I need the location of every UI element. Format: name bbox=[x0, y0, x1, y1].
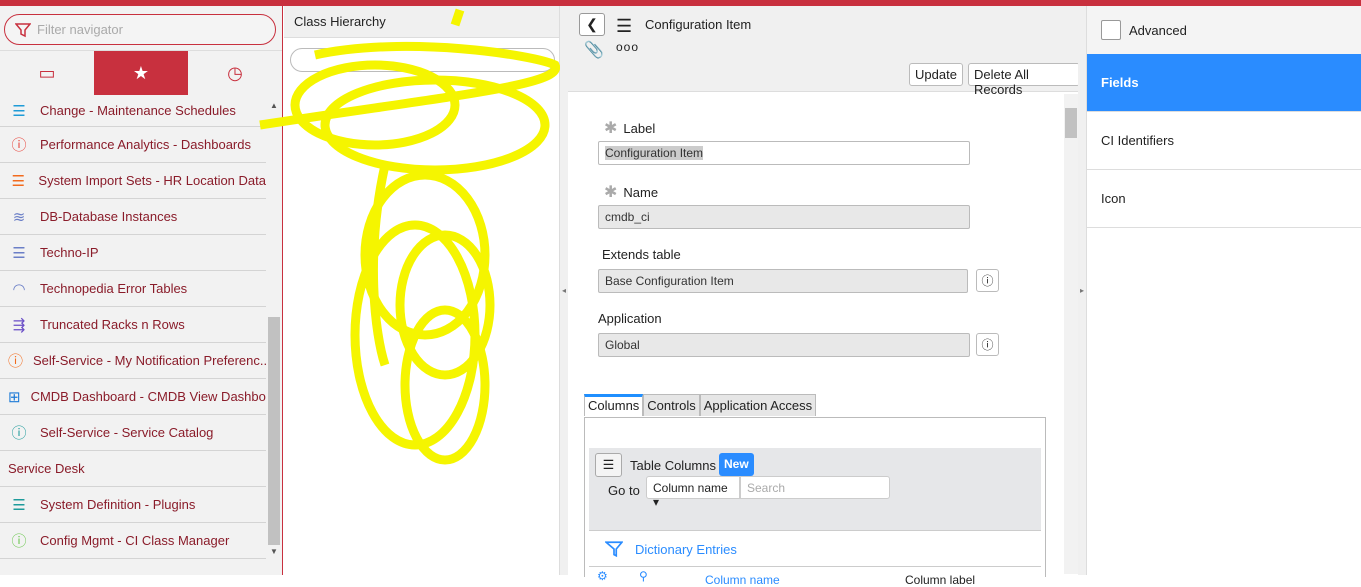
filter-placeholder: Filter navigator bbox=[37, 22, 123, 37]
nav-favorite-item[interactable]: ☰ Change - Maintenance Schedules bbox=[0, 95, 266, 127]
info-icon[interactable]: ⓘ bbox=[976, 269, 999, 292]
list-menu-button[interactable]: ☰ bbox=[595, 453, 622, 477]
new-button[interactable]: New bbox=[719, 453, 754, 476]
label-field-label: ✱ Label bbox=[604, 120, 656, 137]
gear-icon[interactable]: ⚙ bbox=[597, 569, 608, 583]
column-label-header[interactable]: Column label bbox=[905, 573, 975, 587]
nav-favorite-item[interactable]: ⓘ Self-Service - My Notification Preferen… bbox=[0, 343, 266, 379]
list-icon: ☰ bbox=[12, 102, 26, 120]
nav-item-label: Service Desk bbox=[8, 461, 85, 476]
form-menu-icon[interactable]: ☰ bbox=[616, 16, 632, 37]
nav-item-label: Self-Service - Service Catalog bbox=[40, 425, 214, 440]
nav-item-label: Performance Analytics - Dashboards bbox=[40, 137, 251, 152]
nav-item-label: Truncated Racks n Rows bbox=[40, 317, 185, 332]
class-manager-sidebar: Advanced Fields CI Identifiers Icon bbox=[1086, 6, 1361, 575]
goto-search-input[interactable]: Search bbox=[740, 476, 890, 499]
list-icon: ☰ bbox=[12, 244, 26, 262]
search-icon[interactable]: ⚲ bbox=[639, 569, 648, 583]
nav-favorite-item[interactable]: ⊞ CMDB Dashboard - CMDB View Dashbo... bbox=[0, 379, 266, 415]
goto-label: Go to bbox=[608, 483, 640, 498]
nav-item-label: System Import Sets - HR Location Data bbox=[38, 173, 266, 188]
chevron-left-icon: ❮ bbox=[586, 16, 598, 32]
nav-item-label: Change - Maintenance Schedules bbox=[40, 103, 236, 118]
back-button[interactable]: ❮ bbox=[579, 13, 605, 36]
info-icon: ⓘ bbox=[8, 353, 24, 370]
nav-section-header[interactable]: Service Desk bbox=[0, 451, 266, 487]
sidebar-item-fields[interactable]: Fields bbox=[1087, 54, 1361, 112]
tab-favorites[interactable]: ★ bbox=[94, 51, 188, 95]
required-icon: ✱ bbox=[604, 184, 618, 201]
nav-favorite-item[interactable]: ⓘ Self-Service - Service Catalog bbox=[0, 415, 266, 451]
nav-item-label: Config Mgmt - CI Class Manager bbox=[40, 533, 230, 548]
table-columns-title: Table Columns bbox=[630, 458, 716, 473]
extends-table-label: Extends table bbox=[602, 247, 681, 262]
nav-item-label: DB-Database Instances bbox=[40, 209, 178, 224]
tab-history[interactable]: ◷ bbox=[188, 51, 282, 95]
tab-columns[interactable]: Columns bbox=[584, 394, 644, 416]
nav-item-label: Techno-IP bbox=[40, 245, 99, 260]
class-hierarchy-search[interactable] bbox=[290, 48, 555, 72]
grid-icon: ⊞ bbox=[8, 388, 21, 406]
more-options-icon[interactable]: ooo bbox=[616, 40, 639, 54]
left-collapse-handle[interactable]: ◂ bbox=[560, 6, 568, 575]
nav-item-label: CMDB Dashboard - CMDB View Dashbo... bbox=[30, 389, 266, 404]
star-icon: ★ bbox=[132, 62, 150, 83]
filter-icon bbox=[15, 22, 31, 37]
name-field-label: ✱ Name bbox=[604, 184, 659, 201]
sidebar-item-ci-identifiers[interactable]: CI Identifiers bbox=[1087, 112, 1361, 170]
archive-icon: ▭ bbox=[38, 62, 56, 83]
form-title: Configuration Item bbox=[645, 17, 752, 32]
required-icon: ✱ bbox=[604, 120, 618, 137]
nav-item-label: Technopedia Error Tables bbox=[40, 281, 188, 296]
nav-favorite-item[interactable]: ☰ Techno-IP bbox=[0, 235, 266, 271]
nav-favorite-item[interactable]: ⓘ Config Mgmt - CI Class Manager bbox=[0, 523, 266, 559]
right-collapse-handle[interactable]: ▸ bbox=[1078, 6, 1086, 575]
clock-icon: ◷ bbox=[227, 62, 243, 83]
info-icon: ⓘ bbox=[11, 425, 27, 442]
filter-navigator-input[interactable]: Filter navigator bbox=[4, 14, 276, 45]
info-icon: ⓘ bbox=[11, 533, 27, 550]
column-name-header[interactable]: Column name bbox=[705, 573, 780, 587]
database-icon: ≋ bbox=[12, 208, 26, 226]
advanced-toggle[interactable]: Advanced bbox=[1087, 6, 1361, 54]
nav-favorite-item[interactable]: ⇶ Truncated Racks n Rows bbox=[0, 307, 266, 343]
nav-favorite-item[interactable]: ◠ Technopedia Error Tables bbox=[0, 271, 266, 307]
indent-icon: ⇶ bbox=[12, 316, 26, 334]
nav-favorite-item[interactable]: ☰ System Definition - Plugins bbox=[0, 487, 266, 523]
table-form: ❮ ☰ Configuration Item 📎 ooo Update Dele… bbox=[568, 6, 1080, 587]
class-hierarchy-panel: Class Hierarchy bbox=[284, 6, 560, 575]
application-label: Application bbox=[598, 311, 662, 326]
list-icon: ☰ bbox=[12, 496, 26, 514]
sidebar-item-icon[interactable]: Icon bbox=[1087, 170, 1361, 228]
nav-favorite-item[interactable]: ≋ DB-Database Instances bbox=[0, 199, 266, 235]
extends-table-input[interactable]: Base Configuration Item bbox=[598, 269, 968, 293]
nav-scrollbar[interactable]: ▲ ▼ bbox=[268, 101, 280, 556]
nav-item-label: Self-Service - My Notification Preferenc… bbox=[33, 353, 266, 368]
tab-controls[interactable]: Controls bbox=[643, 394, 700, 416]
application-navigator: Filter navigator ▭ ★ ◷ ☰ Change - Mainten… bbox=[0, 6, 283, 575]
tab-application-access[interactable]: Application Access bbox=[699, 394, 817, 416]
gauge-icon: ◠ bbox=[12, 280, 26, 298]
update-button[interactable]: Update bbox=[909, 63, 963, 86]
application-input[interactable]: Global bbox=[598, 333, 970, 357]
info-icon[interactable]: ⓘ bbox=[976, 333, 999, 356]
label-input[interactable]: Configuration Item bbox=[598, 141, 970, 165]
info-icon: ⓘ bbox=[11, 137, 27, 154]
form-scrollbar[interactable] bbox=[1064, 94, 1078, 574]
class-hierarchy-title: Class Hierarchy bbox=[284, 6, 559, 38]
nav-item-label: System Definition - Plugins bbox=[40, 497, 196, 512]
dictionary-entries-breadcrumb[interactable]: Dictionary Entries bbox=[605, 540, 737, 558]
nav-favorite-item[interactable]: ⓘ Performance Analytics - Dashboards bbox=[0, 127, 266, 163]
advanced-checkbox[interactable] bbox=[1101, 20, 1121, 40]
list-icon: ☰ bbox=[11, 172, 25, 190]
attachment-icon[interactable]: 📎 bbox=[584, 40, 604, 60]
nav-favorite-item[interactable]: ☰ System Import Sets - HR Location Data bbox=[0, 163, 266, 199]
tab-all-applications[interactable]: ▭ bbox=[0, 51, 94, 95]
name-input[interactable]: cmdb_ci bbox=[598, 205, 970, 229]
filter-icon bbox=[605, 541, 623, 558]
goto-field-select[interactable]: Column name ▾ bbox=[646, 476, 740, 509]
delete-all-records-button[interactable]: Delete All Records bbox=[968, 63, 1080, 97]
